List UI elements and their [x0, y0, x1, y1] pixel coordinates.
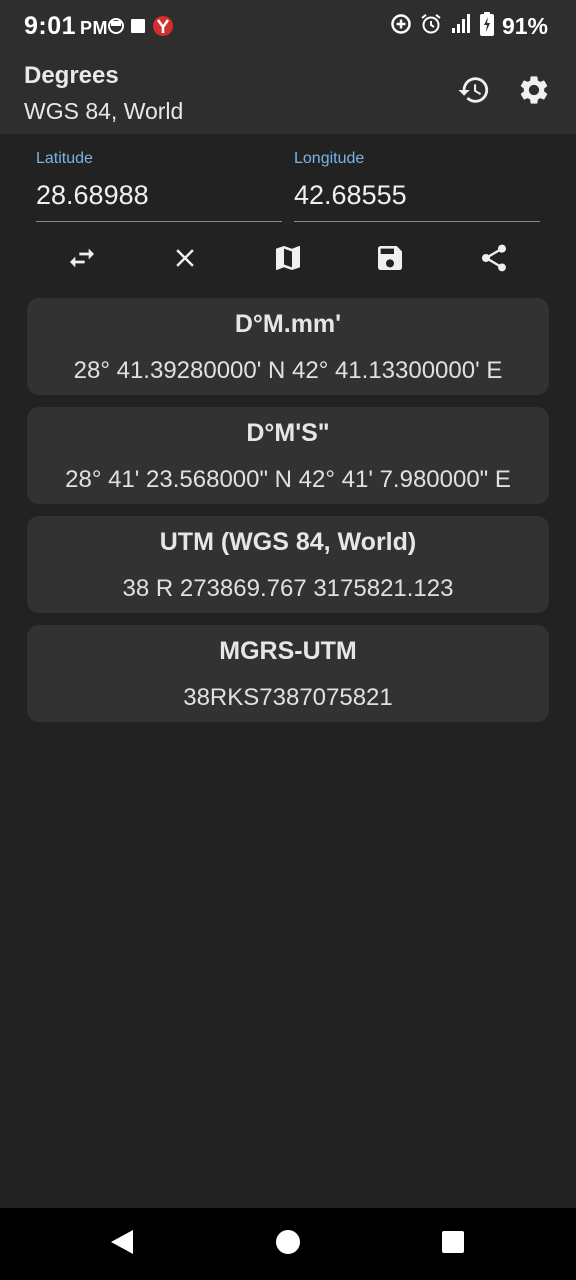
action-toolbar [30, 240, 546, 280]
result-title: D°M.mm' [234, 310, 342, 338]
save-icon [374, 242, 406, 279]
status-right-icons: 91% [390, 12, 548, 41]
longitude-field[interactable]: Longitude 42.68555 [294, 150, 540, 222]
result-value: 38 R 273869.767 3175821.123 [122, 575, 454, 602]
result-value: 38RKS7387075821 [183, 684, 393, 711]
back-button[interactable] [104, 1226, 140, 1262]
status-time: 9:01 PM [24, 12, 108, 41]
status-bar: 9:01 PM 91% [0, 0, 576, 52]
result-value: 28° 41' 23.568000" N 42° 41' 7.980000" E [65, 466, 511, 493]
square-notification-icon [130, 18, 146, 39]
settings-button[interactable] [514, 72, 554, 112]
home-button[interactable] [270, 1226, 306, 1262]
status-time-text: 9:01 [24, 12, 77, 40]
status-notification-icons [108, 15, 174, 42]
swap-icon [66, 242, 98, 279]
settings-icon [517, 73, 551, 112]
app-subtitle: WGS 84, World [24, 98, 184, 124]
recents-icon [441, 1230, 465, 1259]
clear-icon [170, 243, 200, 278]
app-notification-icon [152, 15, 174, 42]
app-title: Degrees [24, 62, 119, 89]
result-card-dms[interactable]: D°M'S" 28° 41' 23.568000" N 42° 41' 7.98… [27, 407, 549, 504]
home-icon [275, 1229, 301, 1260]
map-button[interactable] [268, 240, 308, 280]
notification-icon [108, 18, 124, 39]
result-title: D°M'S" [246, 419, 330, 447]
save-button[interactable] [370, 240, 410, 280]
longitude-input[interactable]: 42.68555 [294, 180, 540, 222]
history-icon [457, 73, 491, 112]
app-bar: Degrees WGS 84, World [0, 52, 576, 134]
clear-button[interactable] [165, 240, 205, 280]
result-card-mgrs[interactable]: MGRS-UTM 38RKS7387075821 [27, 625, 549, 722]
share-icon [478, 242, 510, 279]
latitude-label: Latitude [36, 150, 93, 167]
battery-percent: 91% [501, 13, 548, 39]
signal-icon [450, 13, 472, 40]
map-icon [272, 242, 304, 279]
share-button[interactable] [474, 240, 514, 280]
swap-button[interactable] [62, 240, 102, 280]
latitude-input[interactable]: 28.68988 [36, 180, 282, 222]
history-button[interactable] [454, 72, 494, 112]
longitude-label: Longitude [294, 150, 365, 167]
result-card-dmm[interactable]: D°M.mm' 28° 41.39280000' N 42° 41.133000… [27, 298, 549, 395]
result-title: UTM (WGS 84, World) [159, 528, 417, 556]
alarm-icon [420, 13, 442, 40]
back-icon [109, 1228, 135, 1261]
result-value: 28° 41.39280000' N 42° 41.13300000' E [73, 357, 503, 384]
recents-button[interactable] [435, 1226, 471, 1262]
battery-charging-icon [479, 12, 494, 41]
system-nav-bar [0, 1208, 576, 1280]
result-card-utm[interactable]: UTM (WGS 84, World) 38 R 273869.767 3175… [27, 516, 549, 613]
status-ampm: PM [80, 18, 109, 38]
data-saver-icon [390, 13, 412, 40]
latitude-field[interactable]: Latitude 28.68988 [36, 150, 282, 222]
result-title: MGRS-UTM [219, 637, 357, 665]
